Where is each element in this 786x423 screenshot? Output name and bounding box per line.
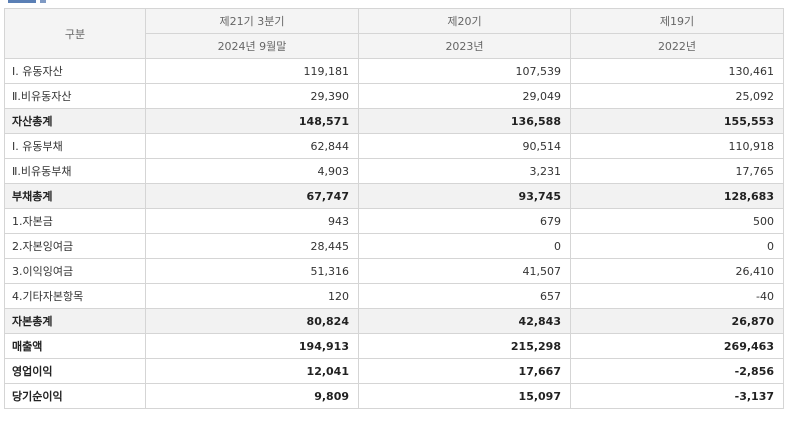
row-value-period-1: 80,824 (145, 308, 359, 334)
row-label: 3.이익잉여금 (4, 258, 146, 284)
row-value-period-3: 26,410 (570, 258, 784, 284)
table-row: 4.기타자본항목 120 657 -40 (4, 283, 784, 309)
header-date-2: 2023년 (358, 33, 571, 59)
row-value-period-3: 500 (570, 208, 784, 234)
row-label: 자본총계 (4, 308, 146, 334)
row-value-period-3: 26,870 (570, 308, 784, 334)
row-value-period-3: -3,137 (570, 383, 784, 409)
financial-summary-table: 구분 제21기 3분기 제20기 제19기 2024년 9월말 2023년 20… (4, 8, 784, 409)
row-value-period-1: 194,913 (145, 333, 359, 359)
row-value-period-1: 12,041 (145, 358, 359, 384)
row-label: 부채총계 (4, 183, 146, 209)
row-value-period-3: -40 (570, 283, 784, 309)
row-value-period-2: 136,588 (358, 108, 571, 134)
row-value-period-2: 679 (358, 208, 571, 234)
row-value-period-1: 28,445 (145, 233, 359, 259)
table-row: 2.자본잉여금 28,445 0 0 (4, 233, 784, 259)
section-title-fragment (40, 0, 46, 3)
row-value-period-3: -2,856 (570, 358, 784, 384)
table-row: 3.이익잉여금 51,316 41,507 26,410 (4, 258, 784, 284)
table-row: Ⅰ. 유동부채 62,844 90,514 110,918 (4, 133, 784, 159)
row-value-period-1: 62,844 (145, 133, 359, 159)
table-row: Ⅱ.비유동부채 4,903 3,231 17,765 (4, 158, 784, 184)
row-value-period-2: 41,507 (358, 258, 571, 284)
row-value-period-1: 51,316 (145, 258, 359, 284)
row-value-period-2: 3,231 (358, 158, 571, 184)
header-date-3: 2022년 (570, 33, 784, 59)
row-value-period-3: 110,918 (570, 133, 784, 159)
table-row: 자산총계 148,571 136,588 155,553 (4, 108, 784, 134)
table-row: 자본총계 80,824 42,843 26,870 (4, 308, 784, 334)
table-row: 1.자본금 943 679 500 (4, 208, 784, 234)
table-row: 당기순이익 9,809 15,097 -3,137 (4, 383, 784, 409)
header-row-periods: 구분 제21기 3분기 제20기 제19기 (4, 8, 784, 59)
row-label: Ⅱ.비유동자산 (4, 83, 146, 109)
row-label: 자산총계 (4, 108, 146, 134)
row-value-period-2: 93,745 (358, 183, 571, 209)
row-value-period-2: 29,049 (358, 83, 571, 109)
row-value-period-1: 4,903 (145, 158, 359, 184)
header-period-1: 제21기 3분기 (145, 8, 359, 34)
table-row: Ⅰ. 유동자산 119,181 107,539 130,461 (4, 58, 784, 84)
header-category: 구분 (4, 8, 146, 59)
row-value-period-2: 657 (358, 283, 571, 309)
row-value-period-2: 0 (358, 233, 571, 259)
row-value-period-3: 0 (570, 233, 784, 259)
row-value-period-1: 9,809 (145, 383, 359, 409)
row-value-period-3: 130,461 (570, 58, 784, 84)
row-value-period-1: 67,747 (145, 183, 359, 209)
row-value-period-1: 119,181 (145, 58, 359, 84)
row-label: 당기순이익 (4, 383, 146, 409)
header-period-3: 제19기 (570, 8, 784, 34)
row-label: 1.자본금 (4, 208, 146, 234)
row-value-period-2: 90,514 (358, 133, 571, 159)
table-row: 부채총계 67,747 93,745 128,683 (4, 183, 784, 209)
row-value-period-3: 25,092 (570, 83, 784, 109)
table-header: 구분 제21기 3분기 제20기 제19기 2024년 9월말 2023년 20… (4, 8, 784, 59)
top-strip (0, 0, 786, 8)
row-value-period-2: 15,097 (358, 383, 571, 409)
table-row: 영업이익 12,041 17,667 -2,856 (4, 358, 784, 384)
table-row: Ⅱ.비유동자산 29,390 29,049 25,092 (4, 83, 784, 109)
row-value-period-1: 943 (145, 208, 359, 234)
row-value-period-2: 107,539 (358, 58, 571, 84)
row-label: Ⅰ. 유동부채 (4, 133, 146, 159)
header-period-2: 제20기 (358, 8, 571, 34)
header-date-1: 2024년 9월말 (145, 33, 359, 59)
row-label: 4.기타자본항목 (4, 283, 146, 309)
row-label: Ⅰ. 유동자산 (4, 58, 146, 84)
table-row: 매출액 194,913 215,298 269,463 (4, 333, 784, 359)
row-value-period-1: 148,571 (145, 108, 359, 134)
row-value-period-3: 17,765 (570, 158, 784, 184)
row-value-period-2: 17,667 (358, 358, 571, 384)
row-label: Ⅱ.비유동부채 (4, 158, 146, 184)
row-label: 영업이익 (4, 358, 146, 384)
table-body: Ⅰ. 유동자산 119,181 107,539 130,461 Ⅱ.비유동자산 29,39… (4, 58, 784, 409)
row-label: 매출액 (4, 333, 146, 359)
row-value-period-2: 42,843 (358, 308, 571, 334)
row-value-period-3: 269,463 (570, 333, 784, 359)
row-value-period-3: 128,683 (570, 183, 784, 209)
row-value-period-2: 215,298 (358, 333, 571, 359)
row-value-period-3: 155,553 (570, 108, 784, 134)
row-label: 2.자본잉여금 (4, 233, 146, 259)
row-value-period-1: 120 (145, 283, 359, 309)
row-value-period-1: 29,390 (145, 83, 359, 109)
section-title-fragment (8, 0, 36, 3)
